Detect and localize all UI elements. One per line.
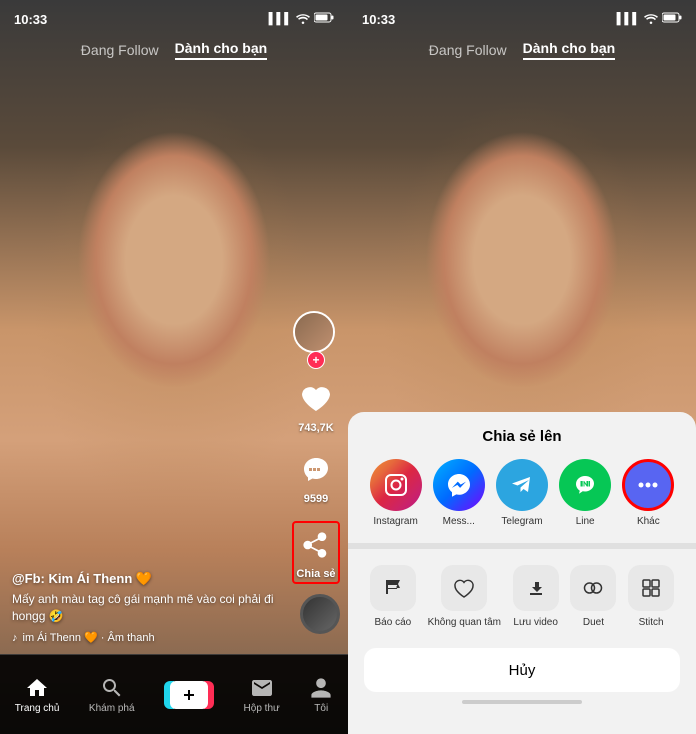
- save-video-label: Lưu video: [513, 617, 558, 628]
- share-icons-row: Instagram Mess... Telegram: [348, 459, 696, 527]
- report-icon: [370, 565, 416, 611]
- action-stitch[interactable]: Stitch: [628, 565, 674, 628]
- instagram-label: Instagram: [373, 516, 417, 527]
- share-instagram[interactable]: Instagram: [370, 459, 422, 527]
- battery-icon: [314, 12, 334, 26]
- telegram-icon: [496, 459, 548, 511]
- share-divider: [348, 543, 696, 549]
- messenger-label: Mess...: [443, 516, 475, 527]
- cancel-button[interactable]: Hủy: [364, 648, 680, 692]
- share-label: Chia sẻ: [296, 568, 335, 580]
- bottom-nav-left: Trang chủ Khám phá Hộp: [0, 654, 348, 734]
- comment-action[interactable]: 9599: [296, 450, 336, 505]
- music-text-left: im Ái Thenn 🧡 · Âm thanh: [23, 631, 155, 644]
- share-more[interactable]: Khác: [622, 459, 674, 527]
- add-button-wrap: [164, 681, 214, 709]
- time-right: 10:33: [362, 12, 395, 27]
- signal-icon: ▌▌▌: [269, 13, 292, 25]
- comment-icon: [296, 450, 336, 490]
- right-phone-screen: 10:33 ▌▌▌ Đang Follow Dành cho bạn: [348, 0, 696, 734]
- battery-icon-right: [662, 12, 682, 26]
- report-label: Báo cáo: [375, 617, 412, 628]
- heart-icon: [296, 379, 336, 419]
- signal-icon-right: ▌▌▌: [617, 13, 640, 25]
- more-icon: [622, 459, 674, 511]
- status-bar-left: 10:33 ▌▌▌: [0, 0, 348, 32]
- telegram-label: Telegram: [501, 516, 542, 527]
- bottom-overlay-left: @Fb: Kim Ái Thenn 🧡 Mấy anh màu tag cô g…: [12, 571, 293, 644]
- action-row: Báo cáo Không quan tâm Lưu video: [348, 553, 696, 640]
- share-telegram[interactable]: Telegram: [496, 459, 548, 527]
- username-left: @Fb: Kim Ái Thenn 🧡: [12, 571, 293, 587]
- wifi-icon: [296, 12, 310, 27]
- more-label: Khác: [637, 516, 660, 527]
- right-actions-left: + 743,7K 9599: [292, 311, 340, 584]
- tab-dang-follow-right[interactable]: Đang Follow: [429, 42, 507, 58]
- status-icons-right: ▌▌▌: [617, 12, 682, 27]
- action-duet[interactable]: Duet: [570, 565, 616, 628]
- nav-explore-label: Khám phá: [89, 703, 135, 714]
- nav-add[interactable]: [164, 681, 214, 709]
- action-report[interactable]: Báo cáo: [370, 565, 416, 628]
- like-action[interactable]: 743,7K: [296, 379, 336, 434]
- status-icons-left: ▌▌▌: [269, 12, 334, 27]
- save-video-icon: [513, 565, 559, 611]
- add-btn-center: [170, 681, 208, 709]
- action-save-video[interactable]: Lưu video: [513, 565, 559, 628]
- duet-icon: [570, 565, 616, 611]
- duet-label: Duet: [583, 617, 604, 628]
- share-action[interactable]: Chia sẻ: [292, 521, 340, 584]
- like-count: 743,7K: [298, 422, 333, 434]
- music-disc: [300, 594, 340, 634]
- share-line[interactable]: Line: [559, 459, 611, 527]
- status-bar-right: 10:33 ▌▌▌: [348, 0, 696, 32]
- not-interested-label: Không quan tâm: [428, 617, 501, 628]
- comment-count: 9599: [304, 493, 328, 505]
- music-note-icon: ♪: [12, 632, 18, 644]
- top-nav-left: Đang Follow Dành cho bạn: [0, 32, 348, 68]
- share-icon: [296, 525, 336, 565]
- tab-dang-follow-left[interactable]: Đang Follow: [81, 42, 159, 58]
- nav-inbox[interactable]: Hộp thư: [244, 676, 280, 714]
- wifi-icon-right: [644, 12, 658, 27]
- left-phone-screen: 10:33 ▌▌▌ Đang Follow Dành cho bạn: [0, 0, 348, 734]
- line-icon: [559, 459, 611, 511]
- nav-home[interactable]: Trang chủ: [15, 676, 60, 714]
- home-indicator-bar: [462, 700, 582, 704]
- time-left: 10:33: [14, 12, 47, 27]
- nav-home-label: Trang chủ: [15, 703, 60, 714]
- home-indicator: [348, 700, 696, 704]
- messenger-icon: [433, 459, 485, 511]
- nav-profile[interactable]: Tôi: [309, 676, 333, 714]
- share-sheet: Chia sẻ lên Instagram: [348, 412, 696, 734]
- nav-inbox-label: Hộp thư: [244, 703, 280, 714]
- stitch-label: Stitch: [639, 617, 664, 628]
- action-not-interested[interactable]: Không quan tâm: [428, 565, 501, 628]
- not-interested-icon: [441, 565, 487, 611]
- stitch-icon: [628, 565, 674, 611]
- avatar-action[interactable]: +: [293, 311, 339, 363]
- follow-plus-btn[interactable]: +: [307, 351, 325, 369]
- line-label: Line: [576, 516, 595, 527]
- tab-danh-cho-ban-left[interactable]: Dành cho bạn: [175, 40, 268, 60]
- top-nav-right: Đang Follow Dành cho bạn: [348, 32, 696, 68]
- music-info-left: ♪ im Ái Thenn 🧡 · Âm thanh: [12, 631, 293, 644]
- caption-left: Mấy anh màu tag cô gái mạnh mẽ vào coi p…: [12, 591, 293, 625]
- nav-profile-label: Tôi: [314, 703, 328, 714]
- instagram-icon: [370, 459, 422, 511]
- nav-explore[interactable]: Khám phá: [89, 676, 135, 714]
- share-messenger[interactable]: Mess...: [433, 459, 485, 527]
- share-sheet-title: Chia sẻ lên: [348, 428, 696, 445]
- avatar: [293, 311, 335, 353]
- tab-danh-cho-ban-right[interactable]: Dành cho bạn: [523, 40, 616, 60]
